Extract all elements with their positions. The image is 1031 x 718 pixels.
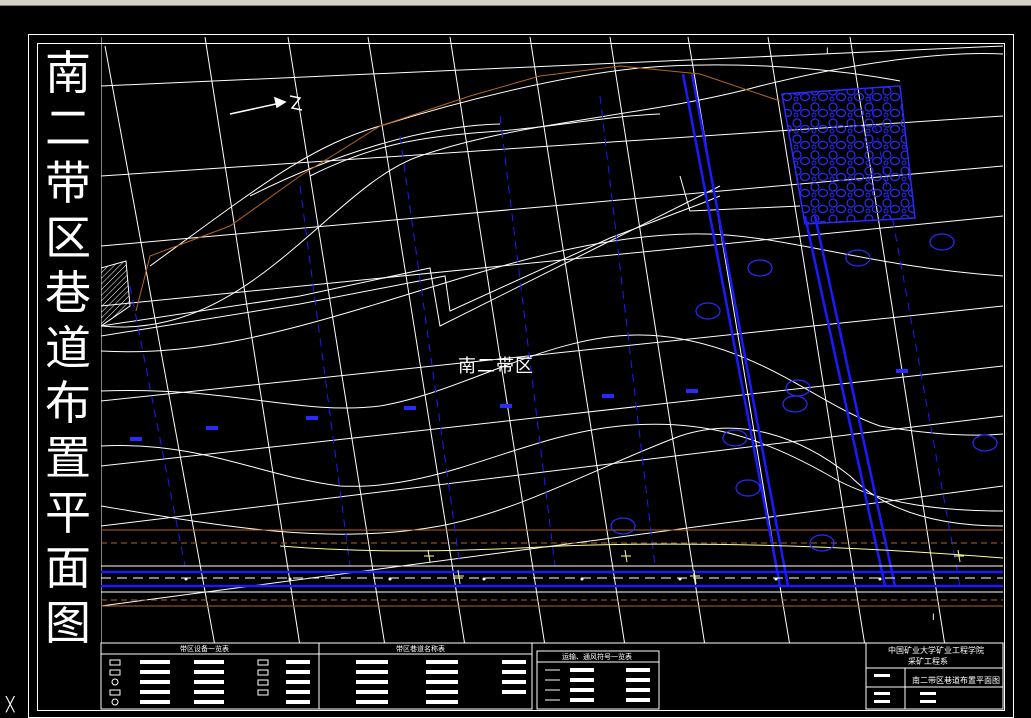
title-block-drawing-name: 南二带区巷道布置平面图	[912, 676, 1000, 685]
title-block-school: 中国矿业大学矿业工程学院	[888, 646, 984, 655]
area-label: 南二带区	[458, 356, 534, 377]
map-area: I I	[101, 37, 1003, 643]
cad-drawing-canvas[interactable]: 南 二 带 区 巷 道 布 置 平 面 图 I I 南二带区 带区设备一览表 带…	[0, 6, 1031, 718]
legend-tables	[100, 642, 1004, 710]
ucs-icon: ╳	[6, 697, 15, 713]
goaf-rock-zone	[781, 85, 916, 225]
yellow-track-line	[279, 543, 1003, 559]
hatched-fault-zone	[101, 260, 131, 327]
ventilation-marks	[130, 369, 908, 441]
upper-roadway	[101, 175, 801, 337]
bottom-haulage-roadway	[101, 570, 1003, 588]
table-symbols	[109, 659, 560, 706]
ventilation-table-title: 运输、通风符号一览表	[562, 653, 632, 661]
north-arrow-icon	[229, 95, 303, 115]
section-mark-i-top: I	[826, 47, 829, 57]
equipment-balloons	[610, 233, 998, 552]
section-mark-i-bottom: I	[932, 613, 935, 623]
roadway-table-title: 带区巷道名称表	[396, 645, 445, 653]
table-row-blocks	[140, 660, 936, 704]
title-block-department: 采矿工程系	[908, 657, 948, 666]
equipment-table-title: 带区设备一览表	[180, 645, 229, 653]
